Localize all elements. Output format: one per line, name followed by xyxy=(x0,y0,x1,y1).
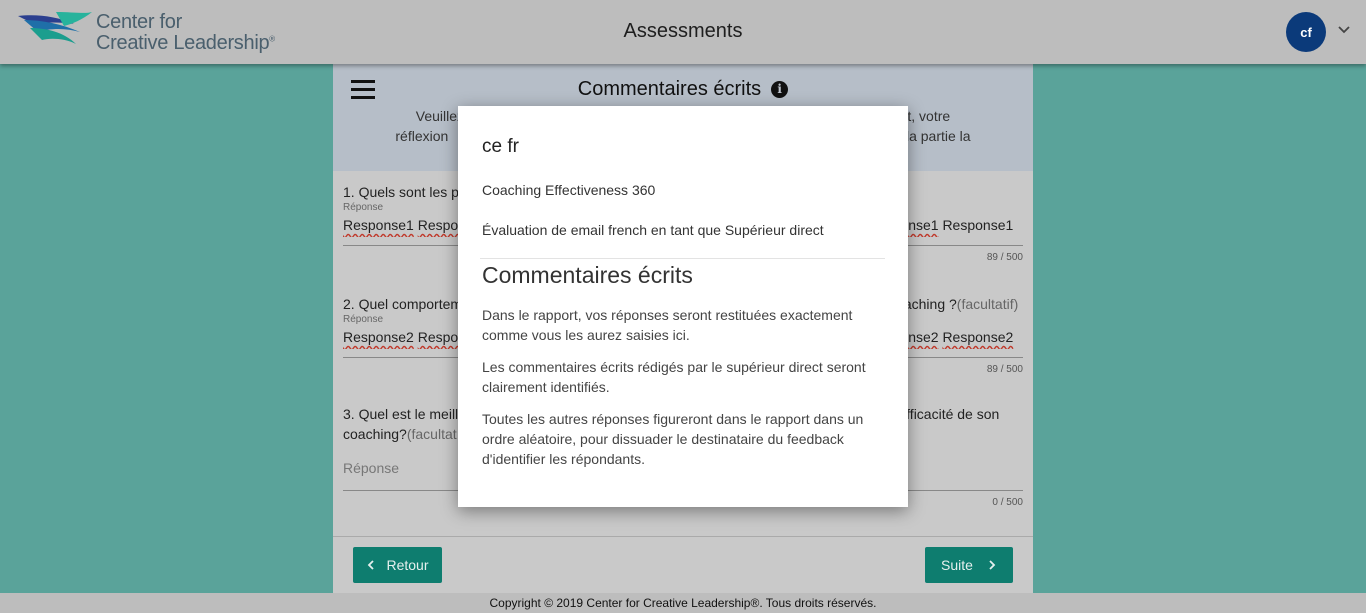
info-modal: ce fr Coaching Effectiveness 360 Évaluat… xyxy=(458,106,908,507)
modal-paragraph-2: Les commentaires écrits rédigés par le s… xyxy=(482,359,866,395)
modal-survey-name: Coaching Effectiveness 360 xyxy=(482,182,656,198)
modal-user-name: ce fr xyxy=(482,136,519,157)
modal-evaluation: Évaluation de email french en tant que S… xyxy=(482,222,824,238)
modal-paragraph-1: Dans le rapport, vos réponses seront res… xyxy=(482,307,853,343)
modal-title: Commentaires écrits xyxy=(482,262,693,288)
modal-paragraph-3: Toutes les autres réponses figureront da… xyxy=(482,411,864,467)
modal-divider xyxy=(480,258,885,259)
